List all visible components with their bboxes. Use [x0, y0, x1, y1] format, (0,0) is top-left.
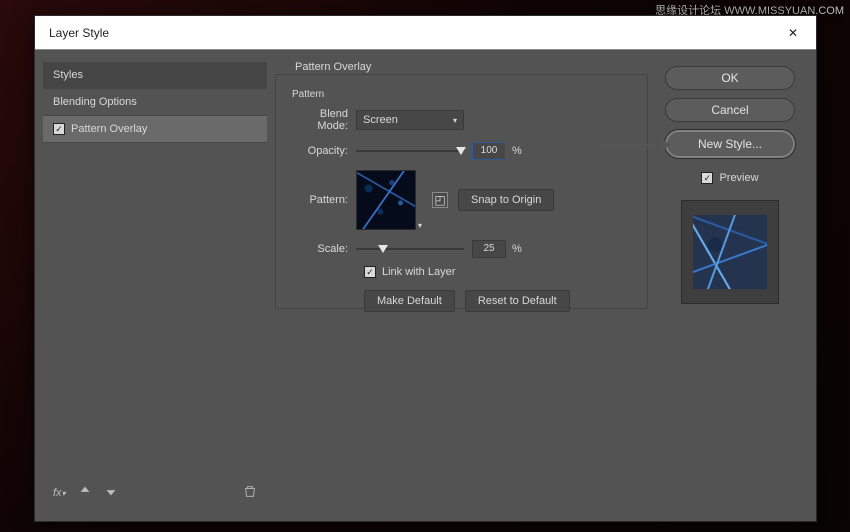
scale-input[interactable]: 25 — [472, 240, 506, 258]
trash-icon[interactable] — [243, 484, 257, 501]
layer-style-dialog: Layer Style ✕ Styles Blending Options ✓ … — [34, 15, 817, 522]
pattern-overlay-checkbox[interactable]: ✓ — [53, 123, 65, 135]
defaults-row: Make Default Reset to Default — [364, 290, 635, 312]
annotation-arrow-icon — [600, 144, 670, 146]
pattern-row: Pattern: ▾ ◰ Snap to Origin — [288, 170, 635, 230]
blend-mode-value: Screen — [363, 114, 398, 126]
preview-label: Preview — [719, 172, 758, 184]
pattern-overlay-panel: Pattern Overlay Pattern Blend Mode: Scre… — [275, 62, 648, 509]
opacity-slider[interactable] — [356, 144, 464, 158]
close-icon[interactable]: ✕ — [780, 22, 806, 44]
ok-button[interactable]: OK — [665, 66, 795, 90]
reset-default-button[interactable]: Reset to Default — [465, 290, 570, 312]
scale-label: Scale: — [288, 243, 356, 255]
fx-icon[interactable]: fx▾ — [53, 487, 66, 499]
opacity-row: Opacity: 100 % — [288, 142, 635, 160]
styles-panel: Styles Blending Options ✓ Pattern Overla… — [43, 62, 267, 509]
opacity-input[interactable]: 100 — [472, 142, 506, 160]
styles-header[interactable]: Styles — [43, 62, 267, 89]
pattern-overlay-label: Pattern Overlay — [71, 123, 147, 135]
blending-options-row[interactable]: Blending Options — [43, 89, 267, 116]
chevron-down-icon: ▾ — [453, 116, 457, 125]
cancel-button[interactable]: Cancel — [665, 98, 795, 122]
scale-percent: % — [512, 243, 522, 255]
pattern-overlay-row[interactable]: ✓ Pattern Overlay — [43, 116, 267, 143]
arrow-up-icon[interactable] — [78, 484, 92, 501]
right-column: OK Cancel New Style... ✓ Preview — [656, 62, 804, 509]
make-default-button[interactable]: Make Default — [364, 290, 455, 312]
new-pattern-icon[interactable]: ◰ — [432, 192, 448, 208]
group-title: Pattern Overlay — [289, 61, 377, 73]
snap-to-origin-button[interactable]: Snap to Origin — [458, 189, 554, 211]
dialog-content: Styles Blending Options ✓ Pattern Overla… — [35, 50, 816, 521]
opacity-label: Opacity: — [288, 145, 356, 157]
title-bar: Layer Style ✕ — [35, 16, 816, 50]
blend-mode-select[interactable]: Screen ▾ — [356, 110, 464, 130]
scale-row: Scale: 25 % — [288, 240, 635, 258]
group-frame: Pattern Blend Mode: Screen ▾ Opacity: 10… — [275, 74, 648, 309]
scale-slider[interactable] — [356, 242, 464, 256]
link-with-layer-row[interactable]: ✓ Link with Layer — [364, 266, 635, 278]
dialog-title: Layer Style — [49, 26, 109, 40]
new-style-button[interactable]: New Style... — [665, 130, 795, 158]
arrow-down-icon[interactable] — [104, 484, 118, 501]
pattern-swatch[interactable] — [356, 170, 416, 230]
pattern-label: Pattern: — [288, 194, 356, 206]
preview-row[interactable]: ✓ Preview — [701, 172, 758, 184]
link-with-layer-label: Link with Layer — [382, 266, 455, 278]
preview-box — [681, 200, 779, 304]
blend-mode-row: Blend Mode: Screen ▾ — [288, 108, 635, 132]
pattern-swatch-caret-icon[interactable]: ▾ — [418, 221, 422, 230]
sub-title: Pattern — [292, 89, 635, 100]
blend-mode-label: Blend Mode: — [288, 108, 356, 132]
opacity-percent: % — [512, 145, 522, 157]
link-with-layer-checkbox[interactable]: ✓ — [364, 266, 376, 278]
styles-footer: fx▾ — [43, 476, 267, 509]
preview-checkbox[interactable]: ✓ — [701, 172, 713, 184]
preview-image — [693, 215, 767, 289]
